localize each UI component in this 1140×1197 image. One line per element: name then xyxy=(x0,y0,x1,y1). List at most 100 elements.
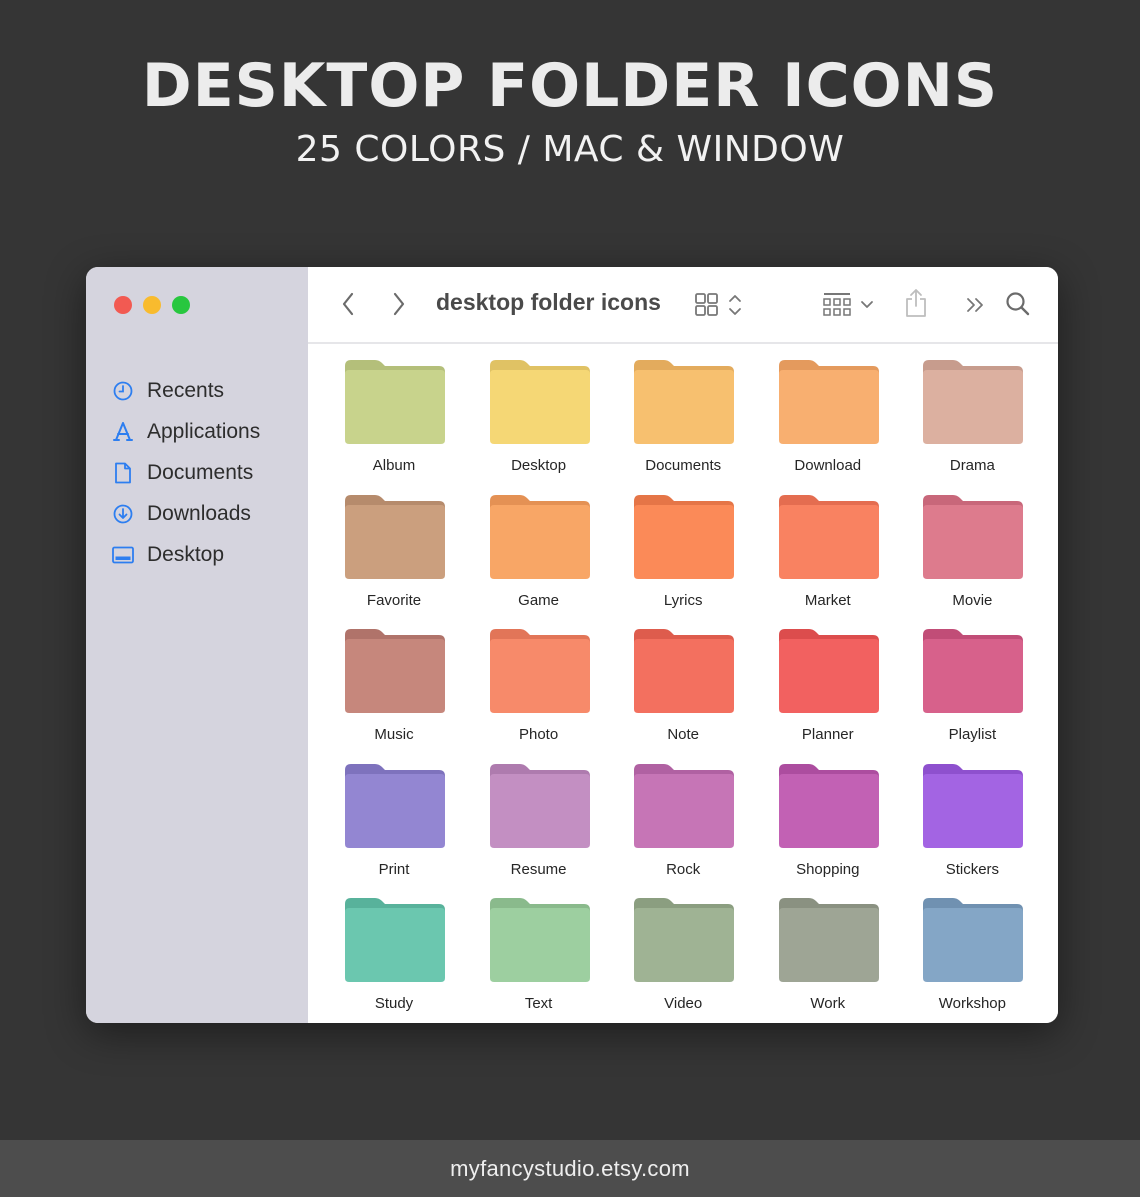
folder-name: Photo xyxy=(518,726,559,743)
sidebar-item-applications[interactable]: Applications xyxy=(112,411,260,452)
back-button[interactable] xyxy=(336,289,360,319)
group-by-button[interactable] xyxy=(822,291,878,319)
folder-name: Music xyxy=(374,726,414,743)
folder-icon xyxy=(489,898,590,982)
folder-item[interactable]: Video xyxy=(611,882,756,1017)
folder-item[interactable]: Playlist xyxy=(900,613,1045,748)
sidebar-item-downloads[interactable]: Downloads xyxy=(112,493,260,534)
close-window-button[interactable] xyxy=(114,296,132,314)
folder-icon xyxy=(345,360,445,444)
folder-icon xyxy=(345,763,445,848)
sidebar-list: Recents Applications Documents Downloads xyxy=(112,370,260,575)
folder-icon xyxy=(345,898,445,982)
view-mode-button[interactable] xyxy=(694,291,746,319)
folder-name: Game xyxy=(518,591,560,609)
minimize-window-button[interactable] xyxy=(143,296,161,314)
folder-name: Market xyxy=(804,591,851,609)
folder-name: Planner xyxy=(801,726,854,743)
window-controls xyxy=(114,296,190,314)
finder-window: Recents Applications Documents Downloads xyxy=(86,267,1058,1023)
sidebar-item-documents[interactable]: Documents xyxy=(112,452,260,493)
folder-item[interactable]: Workshop xyxy=(900,882,1045,1017)
folder-icon xyxy=(778,763,879,848)
folder-name: Album xyxy=(372,457,416,474)
folder-grid: Album Desktop Documents Download Drama Favori… xyxy=(308,344,1058,1017)
folder-icon xyxy=(923,898,1024,982)
folder-item[interactable]: Music xyxy=(322,613,467,748)
folder-icon xyxy=(923,360,1024,444)
folder-name: Work xyxy=(810,995,846,1012)
sidebar-item-desktop[interactable]: Desktop xyxy=(112,534,260,575)
sidebar-item-recents[interactable]: Recents xyxy=(112,370,260,411)
group-grid-icon xyxy=(823,293,873,316)
folder-name: Study xyxy=(374,995,414,1012)
folder-item[interactable]: Rock xyxy=(611,748,756,883)
folder-icon xyxy=(489,629,590,713)
app-store-icon xyxy=(112,421,134,443)
folder-item[interactable]: Game xyxy=(467,479,612,614)
more-toolbar-button[interactable] xyxy=(964,293,988,317)
window-title: desktop folder icons xyxy=(436,289,661,315)
folder-item[interactable]: Documents xyxy=(611,344,756,479)
folder-name: Note xyxy=(667,726,700,743)
folder-name: Movie xyxy=(952,591,993,609)
folder-item[interactable]: Study xyxy=(322,882,467,1017)
sidebar-item-label: Documents xyxy=(147,460,254,484)
folder-item[interactable]: Planner xyxy=(756,613,901,748)
folder-item[interactable]: Work xyxy=(756,882,901,1017)
folder-item[interactable]: Photo xyxy=(467,613,612,748)
document-icon xyxy=(112,462,134,484)
search-button[interactable] xyxy=(1004,289,1032,319)
folder-name: Shopping xyxy=(796,860,860,878)
folder-name: Print xyxy=(378,860,410,878)
folder-icon xyxy=(923,494,1024,579)
folder-icon xyxy=(634,360,735,444)
folder-item[interactable]: Album xyxy=(322,344,467,479)
sidebar-item-label: Applications xyxy=(147,419,261,443)
folder-icon xyxy=(634,629,735,713)
folder-item[interactable]: Stickers xyxy=(900,748,1045,883)
sidebar-item-label: Recents xyxy=(147,378,225,402)
toolbar: desktop folder icons xyxy=(308,267,1058,344)
folder-item[interactable]: Download xyxy=(756,344,901,479)
folder-icon xyxy=(778,360,879,444)
folder-icon xyxy=(345,494,445,579)
download-icon xyxy=(112,503,134,525)
folder-name: Desktop xyxy=(511,457,567,474)
folder-item[interactable]: Resume xyxy=(467,748,612,883)
folder-name: Rock xyxy=(666,860,701,878)
folder-icon xyxy=(923,763,1024,848)
folder-icon xyxy=(778,629,879,713)
folder-item[interactable]: Desktop xyxy=(467,344,612,479)
main-pane: desktop folder icons Album Desktop Docum… xyxy=(308,267,1058,1023)
folder-name: Lyrics xyxy=(663,591,703,609)
folder-icon xyxy=(923,629,1024,713)
folder-item[interactable]: Lyrics xyxy=(611,479,756,614)
folder-item[interactable]: Text xyxy=(467,882,612,1017)
folder-icon xyxy=(634,494,735,579)
folder-name: Playlist xyxy=(948,726,997,743)
folder-item[interactable]: Market xyxy=(756,479,901,614)
folder-name: Documents xyxy=(645,457,722,474)
share-icon xyxy=(906,289,926,317)
folder-icon xyxy=(489,763,590,848)
forward-button[interactable] xyxy=(387,289,411,319)
zoom-window-button[interactable] xyxy=(172,296,190,314)
chevron-double-right-icon xyxy=(967,298,983,312)
folder-icon xyxy=(489,494,590,579)
folder-item[interactable]: Drama xyxy=(900,344,1045,479)
folder-item[interactable]: Movie xyxy=(900,479,1045,614)
folder-name: Favorite xyxy=(366,591,422,609)
folder-item[interactable]: Print xyxy=(322,748,467,883)
banner-subtitle: 25 COLORS / MAC & WINDOW xyxy=(295,129,845,170)
banner-title: DESKTOP FOLDER ICONS xyxy=(141,51,999,121)
folder-item[interactable]: Favorite xyxy=(322,479,467,614)
folder-icon xyxy=(489,360,590,444)
search-icon xyxy=(1006,292,1030,316)
sidebar-item-label: Desktop xyxy=(147,542,225,566)
folder-name: Resume xyxy=(510,860,567,878)
folder-item[interactable]: Note xyxy=(611,613,756,748)
desktop-icon xyxy=(112,544,134,566)
folder-item[interactable]: Shopping xyxy=(756,748,901,883)
share-button[interactable] xyxy=(902,287,930,319)
